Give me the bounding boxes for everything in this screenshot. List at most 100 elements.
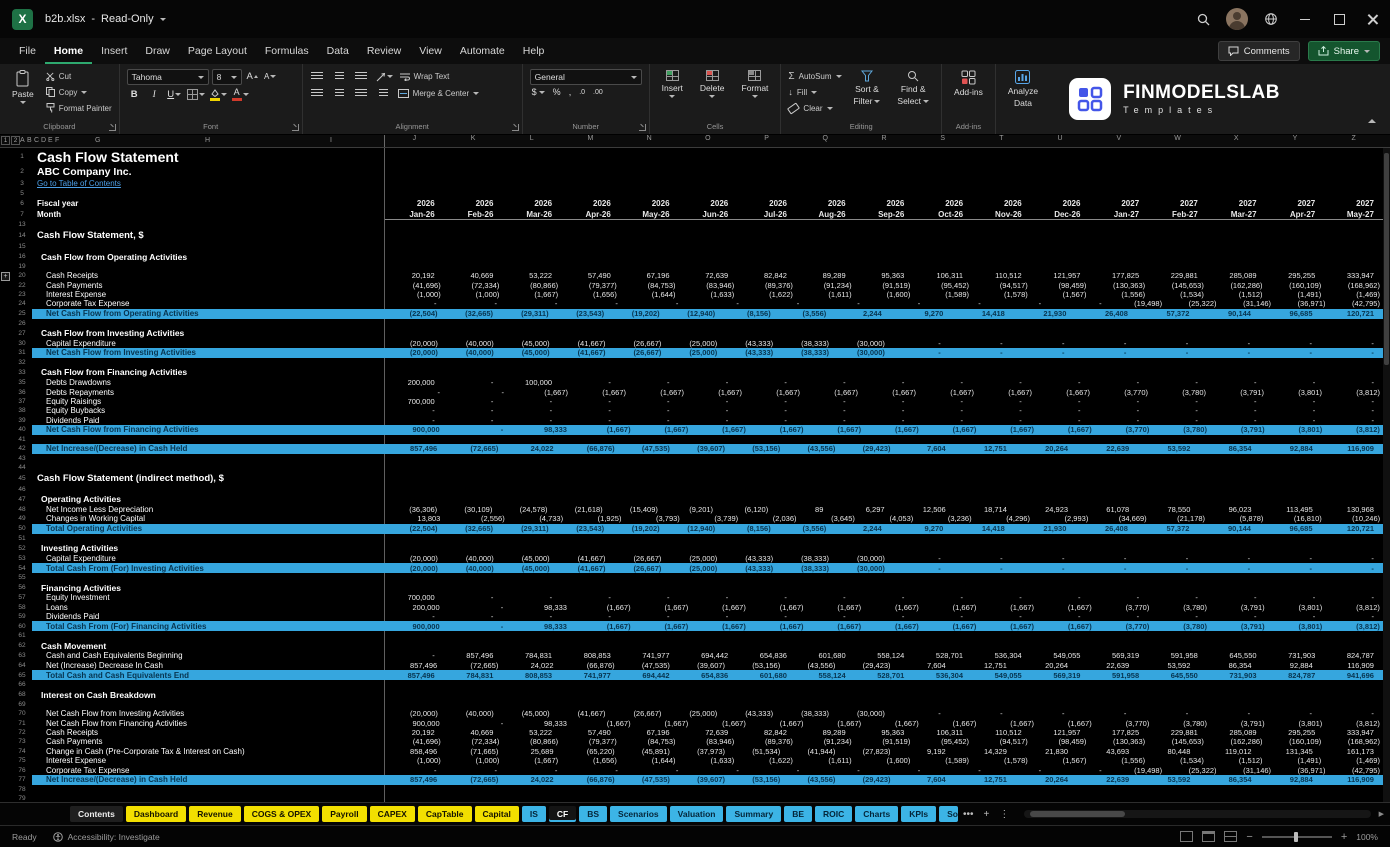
- cell[interactable]: [1031, 582, 1090, 593]
- cell[interactable]: [1207, 435, 1266, 444]
- cell[interactable]: (43,333): [720, 709, 776, 718]
- cell[interactable]: [502, 251, 561, 262]
- cell[interactable]: [1148, 178, 1207, 189]
- cell[interactable]: [444, 494, 503, 505]
- cell[interactable]: (1,656): [561, 756, 620, 765]
- cell[interactable]: 20,264: [1016, 444, 1077, 454]
- cell[interactable]: [561, 189, 620, 198]
- cell[interactable]: 645,550: [1207, 651, 1266, 660]
- cell[interactable]: [796, 582, 855, 593]
- cell[interactable]: -: [1031, 378, 1090, 387]
- cell[interactable]: [913, 189, 972, 198]
- cell[interactable]: (3,812): [1325, 387, 1383, 397]
- cell[interactable]: (51,534): [728, 747, 783, 756]
- cell[interactable]: -: [972, 378, 1031, 387]
- cell[interactable]: [620, 328, 679, 339]
- cell[interactable]: 558,124: [796, 670, 855, 680]
- cell[interactable]: -: [687, 299, 747, 308]
- cell[interactable]: 528,701: [913, 651, 972, 660]
- cell[interactable]: [1207, 700, 1266, 709]
- cell[interactable]: [913, 794, 972, 802]
- sheet-tab-be[interactable]: BE: [784, 806, 813, 822]
- cell[interactable]: [1031, 640, 1090, 651]
- cell[interactable]: -: [1324, 397, 1383, 406]
- cell[interactable]: 177,825: [1089, 271, 1148, 280]
- cell[interactable]: [1324, 251, 1383, 262]
- cell[interactable]: 131,345: [1261, 747, 1322, 756]
- cell[interactable]: [913, 148, 972, 165]
- cell[interactable]: [913, 367, 972, 378]
- cell[interactable]: [679, 262, 738, 271]
- cell[interactable]: [1089, 640, 1148, 651]
- cell[interactable]: (31,146): [1220, 299, 1274, 308]
- increase-decimal-button[interactable]: .0: [579, 89, 585, 96]
- row-label-cell[interactable]: ABC Company Inc.: [32, 165, 385, 178]
- cell[interactable]: -: [869, 299, 929, 308]
- row-number[interactable]: 13: [12, 220, 32, 229]
- cell[interactable]: (3,770): [1095, 718, 1153, 728]
- cell[interactable]: [1031, 463, 1090, 472]
- cell[interactable]: 18,714: [955, 505, 1016, 514]
- cell[interactable]: [1089, 785, 1148, 794]
- row-label-cell[interactable]: [32, 784, 385, 794]
- cell[interactable]: (3,812): [1325, 621, 1383, 631]
- cell[interactable]: (47,535): [618, 661, 673, 670]
- cell[interactable]: [1089, 689, 1148, 700]
- cell[interactable]: (1,491): [1266, 290, 1325, 299]
- underline-button[interactable]: U: [167, 87, 182, 102]
- cell[interactable]: 333,947: [1324, 271, 1383, 280]
- cell[interactable]: (1,534): [1148, 290, 1207, 299]
- cell[interactable]: -: [1207, 406, 1266, 415]
- cell[interactable]: 2026: [444, 198, 503, 209]
- cell[interactable]: -: [1266, 397, 1325, 406]
- zoom-slider-thumb[interactable]: [1293, 831, 1298, 842]
- cell[interactable]: [1324, 573, 1383, 582]
- cell[interactable]: [1148, 680, 1207, 689]
- cell[interactable]: (1,667): [629, 387, 687, 397]
- cell[interactable]: 900,000: [385, 718, 449, 728]
- cell[interactable]: (3,791): [1210, 602, 1268, 612]
- cell[interactable]: -: [972, 416, 1031, 425]
- cell[interactable]: [385, 148, 444, 165]
- cell[interactable]: (1,667): [571, 387, 629, 397]
- row-number[interactable]: 54: [12, 563, 32, 573]
- column-header-T[interactable]: T: [972, 135, 1031, 147]
- cell[interactable]: [620, 148, 679, 165]
- row-number[interactable]: 31: [12, 348, 32, 358]
- cell[interactable]: -: [561, 378, 620, 387]
- cell[interactable]: [502, 680, 561, 689]
- cell[interactable]: [796, 319, 855, 328]
- sheet-tab-valuation[interactable]: Valuation: [669, 806, 724, 822]
- cell[interactable]: 900,000: [385, 425, 449, 435]
- cell[interactable]: [385, 785, 444, 794]
- cell[interactable]: (1,589): [913, 290, 972, 299]
- search-button[interactable]: [1186, 0, 1220, 38]
- sheet-tab-dashboard[interactable]: Dashboard: [125, 806, 187, 822]
- cell[interactable]: (3,556): [774, 524, 830, 534]
- cell[interactable]: [1089, 358, 1148, 367]
- cell[interactable]: (1,644): [620, 756, 679, 765]
- cell[interactable]: [737, 640, 796, 651]
- cell[interactable]: [502, 573, 561, 582]
- cell[interactable]: [1324, 700, 1383, 709]
- cell[interactable]: (39,607): [673, 444, 728, 454]
- cell[interactable]: [796, 485, 855, 494]
- cell[interactable]: [796, 165, 855, 178]
- cell[interactable]: 7,604: [894, 661, 955, 670]
- cell[interactable]: [972, 178, 1031, 189]
- row-number[interactable]: 68: [12, 689, 32, 700]
- cell[interactable]: [796, 680, 855, 689]
- cell[interactable]: [385, 328, 444, 339]
- cell[interactable]: [620, 573, 679, 582]
- cell[interactable]: -: [808, 299, 868, 308]
- column-header-W[interactable]: W: [1148, 135, 1207, 147]
- cell[interactable]: [913, 573, 972, 582]
- cell[interactable]: (3,791): [1210, 621, 1268, 631]
- cell[interactable]: (1,000): [385, 290, 444, 299]
- sort-filter-button[interactable]: Sort & Filter: [849, 69, 886, 107]
- cell[interactable]: [1207, 582, 1266, 593]
- cell[interactable]: [1031, 220, 1090, 229]
- row-label-cell[interactable]: Month: [32, 209, 385, 220]
- cell[interactable]: [1089, 631, 1148, 640]
- cell[interactable]: -: [888, 554, 950, 563]
